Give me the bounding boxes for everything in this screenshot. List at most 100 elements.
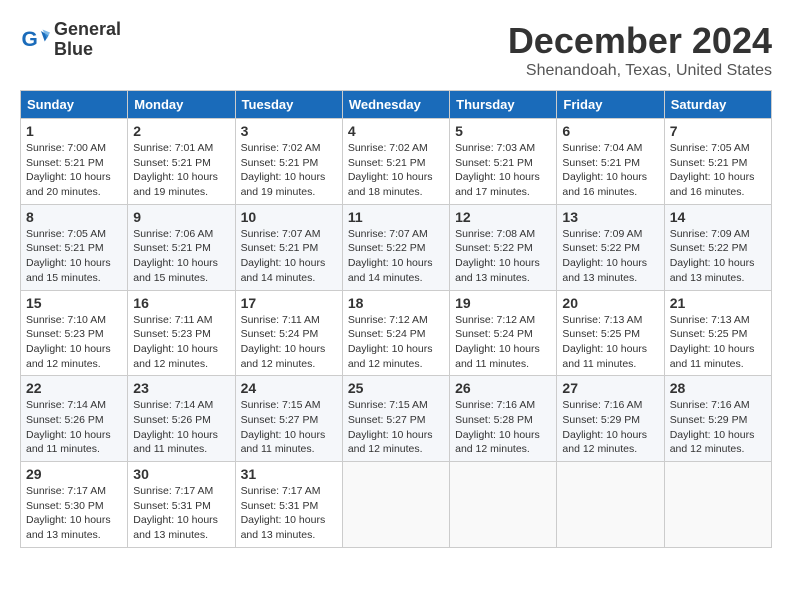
day-info: Sunrise: 7:13 AMSunset: 5:25 PMDaylight:… [670,314,755,370]
logo-line2: Blue [54,40,121,60]
calendar-cell: 10 Sunrise: 7:07 AMSunset: 5:21 PMDaylig… [235,204,342,290]
weekday-header: Wednesday [342,91,449,119]
day-number: 13 [562,209,658,225]
calendar-cell: 6 Sunrise: 7:04 AMSunset: 5:21 PMDayligh… [557,119,664,205]
calendar-cell: 12 Sunrise: 7:08 AMSunset: 5:22 PMDaylig… [450,204,557,290]
calendar-cell: 16 Sunrise: 7:11 AMSunset: 5:23 PMDaylig… [128,290,235,376]
day-number: 12 [455,209,551,225]
day-number: 26 [455,380,551,396]
day-info: Sunrise: 7:09 AMSunset: 5:22 PMDaylight:… [670,228,755,284]
day-number: 6 [562,123,658,139]
calendar-cell: 1 Sunrise: 7:00 AMSunset: 5:21 PMDayligh… [21,119,128,205]
day-info: Sunrise: 7:15 AMSunset: 5:27 PMDaylight:… [348,399,433,455]
day-info: Sunrise: 7:05 AMSunset: 5:21 PMDaylight:… [670,142,755,198]
day-number: 8 [26,209,122,225]
calendar-cell: 7 Sunrise: 7:05 AMSunset: 5:21 PMDayligh… [664,119,771,205]
calendar-cell: 3 Sunrise: 7:02 AMSunset: 5:21 PMDayligh… [235,119,342,205]
day-info: Sunrise: 7:02 AMSunset: 5:21 PMDaylight:… [241,142,326,198]
weekday-header: Monday [128,91,235,119]
day-info: Sunrise: 7:08 AMSunset: 5:22 PMDaylight:… [455,228,540,284]
title-area: December 2024 Shenandoah, Texas, United … [508,20,772,80]
weekday-header: Thursday [450,91,557,119]
calendar-cell [664,462,771,548]
calendar-cell: 14 Sunrise: 7:09 AMSunset: 5:22 PMDaylig… [664,204,771,290]
calendar-header-row: SundayMondayTuesdayWednesdayThursdayFrid… [21,91,772,119]
weekday-header: Sunday [21,91,128,119]
day-info: Sunrise: 7:05 AMSunset: 5:21 PMDaylight:… [26,228,111,284]
calendar-week-row: 29 Sunrise: 7:17 AMSunset: 5:30 PMDaylig… [21,462,772,548]
calendar-cell: 25 Sunrise: 7:15 AMSunset: 5:27 PMDaylig… [342,376,449,462]
calendar-cell: 18 Sunrise: 7:12 AMSunset: 5:24 PMDaylig… [342,290,449,376]
day-number: 25 [348,380,444,396]
day-number: 10 [241,209,337,225]
day-info: Sunrise: 7:15 AMSunset: 5:27 PMDaylight:… [241,399,326,455]
day-info: Sunrise: 7:17 AMSunset: 5:31 PMDaylight:… [241,485,326,541]
calendar-cell: 5 Sunrise: 7:03 AMSunset: 5:21 PMDayligh… [450,119,557,205]
day-number: 17 [241,295,337,311]
calendar-cell: 29 Sunrise: 7:17 AMSunset: 5:30 PMDaylig… [21,462,128,548]
weekday-header: Friday [557,91,664,119]
day-number: 18 [348,295,444,311]
calendar-cell: 23 Sunrise: 7:14 AMSunset: 5:26 PMDaylig… [128,376,235,462]
day-number: 2 [133,123,229,139]
calendar-cell: 21 Sunrise: 7:13 AMSunset: 5:25 PMDaylig… [664,290,771,376]
calendar-week-row: 8 Sunrise: 7:05 AMSunset: 5:21 PMDayligh… [21,204,772,290]
weekday-header: Tuesday [235,91,342,119]
calendar-week-row: 15 Sunrise: 7:10 AMSunset: 5:23 PMDaylig… [21,290,772,376]
calendar-cell: 20 Sunrise: 7:13 AMSunset: 5:25 PMDaylig… [557,290,664,376]
calendar-table: SundayMondayTuesdayWednesdayThursdayFrid… [20,90,772,548]
day-number: 14 [670,209,766,225]
day-number: 9 [133,209,229,225]
day-info: Sunrise: 7:06 AMSunset: 5:21 PMDaylight:… [133,228,218,284]
day-number: 28 [670,380,766,396]
day-info: Sunrise: 7:13 AMSunset: 5:25 PMDaylight:… [562,314,647,370]
day-info: Sunrise: 7:07 AMSunset: 5:21 PMDaylight:… [241,228,326,284]
calendar-week-row: 1 Sunrise: 7:00 AMSunset: 5:21 PMDayligh… [21,119,772,205]
day-info: Sunrise: 7:17 AMSunset: 5:31 PMDaylight:… [133,485,218,541]
day-number: 21 [670,295,766,311]
logo-line1: General [54,20,121,40]
day-number: 3 [241,123,337,139]
calendar-cell: 26 Sunrise: 7:16 AMSunset: 5:28 PMDaylig… [450,376,557,462]
calendar-cell: 31 Sunrise: 7:17 AMSunset: 5:31 PMDaylig… [235,462,342,548]
day-number: 24 [241,380,337,396]
calendar-week-row: 22 Sunrise: 7:14 AMSunset: 5:26 PMDaylig… [21,376,772,462]
calendar-cell: 30 Sunrise: 7:17 AMSunset: 5:31 PMDaylig… [128,462,235,548]
day-info: Sunrise: 7:00 AMSunset: 5:21 PMDaylight:… [26,142,111,198]
day-number: 19 [455,295,551,311]
calendar-cell: 28 Sunrise: 7:16 AMSunset: 5:29 PMDaylig… [664,376,771,462]
day-number: 1 [26,123,122,139]
day-info: Sunrise: 7:07 AMSunset: 5:22 PMDaylight:… [348,228,433,284]
day-number: 30 [133,466,229,482]
calendar-cell [342,462,449,548]
calendar-cell [557,462,664,548]
day-number: 7 [670,123,766,139]
day-info: Sunrise: 7:12 AMSunset: 5:24 PMDaylight:… [455,314,540,370]
calendar-cell: 8 Sunrise: 7:05 AMSunset: 5:21 PMDayligh… [21,204,128,290]
calendar-cell: 2 Sunrise: 7:01 AMSunset: 5:21 PMDayligh… [128,119,235,205]
location-title: Shenandoah, Texas, United States [508,62,772,80]
day-info: Sunrise: 7:16 AMSunset: 5:29 PMDaylight:… [670,399,755,455]
day-info: Sunrise: 7:11 AMSunset: 5:23 PMDaylight:… [133,314,218,370]
logo-icon: G [20,25,50,55]
day-number: 11 [348,209,444,225]
page-header: G General Blue December 2024 Shenandoah,… [20,20,772,80]
calendar-cell: 13 Sunrise: 7:09 AMSunset: 5:22 PMDaylig… [557,204,664,290]
calendar-cell: 24 Sunrise: 7:15 AMSunset: 5:27 PMDaylig… [235,376,342,462]
day-info: Sunrise: 7:03 AMSunset: 5:21 PMDaylight:… [455,142,540,198]
logo: G General Blue [20,20,121,60]
day-info: Sunrise: 7:04 AMSunset: 5:21 PMDaylight:… [562,142,647,198]
day-info: Sunrise: 7:16 AMSunset: 5:28 PMDaylight:… [455,399,540,455]
weekday-header: Saturday [664,91,771,119]
svg-text:G: G [22,28,38,51]
calendar-cell: 27 Sunrise: 7:16 AMSunset: 5:29 PMDaylig… [557,376,664,462]
day-info: Sunrise: 7:14 AMSunset: 5:26 PMDaylight:… [26,399,111,455]
day-number: 23 [133,380,229,396]
day-info: Sunrise: 7:09 AMSunset: 5:22 PMDaylight:… [562,228,647,284]
calendar-cell: 4 Sunrise: 7:02 AMSunset: 5:21 PMDayligh… [342,119,449,205]
day-info: Sunrise: 7:14 AMSunset: 5:26 PMDaylight:… [133,399,218,455]
calendar-cell: 15 Sunrise: 7:10 AMSunset: 5:23 PMDaylig… [21,290,128,376]
day-number: 5 [455,123,551,139]
day-info: Sunrise: 7:16 AMSunset: 5:29 PMDaylight:… [562,399,647,455]
calendar-cell: 11 Sunrise: 7:07 AMSunset: 5:22 PMDaylig… [342,204,449,290]
